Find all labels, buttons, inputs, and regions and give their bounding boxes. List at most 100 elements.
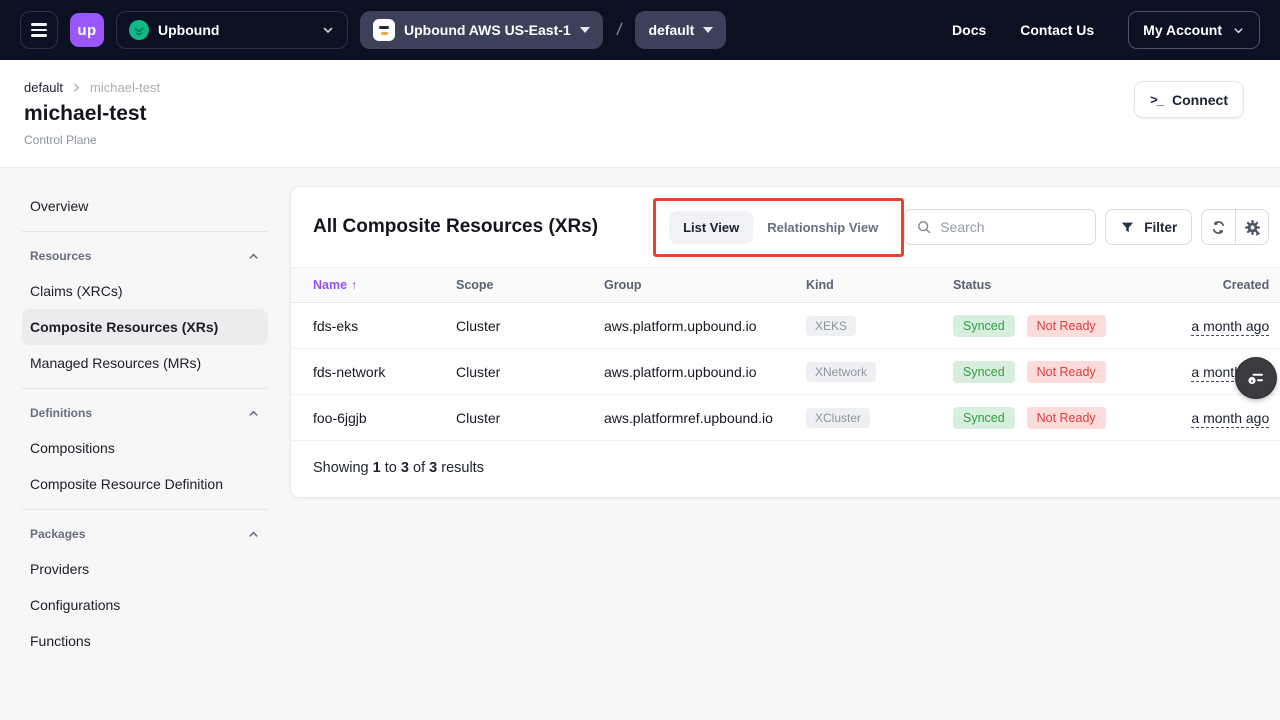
table-row[interactable]: fds-eks Cluster aws.platform.upbound.io … <box>291 303 1280 349</box>
column-header-status: Status <box>953 278 1159 292</box>
filter-label: Filter <box>1144 220 1177 235</box>
cell-status: Synced Not Ready <box>953 315 1159 337</box>
section-title: Definitions <box>30 406 92 420</box>
summary-text: of <box>413 460 425 476</box>
path-separator: / <box>613 20 625 40</box>
status-badge-synced: Synced <box>953 407 1015 429</box>
table-row[interactable]: fds-network Cluster aws.platform.upbound… <box>291 349 1280 395</box>
page-header: default michael-test michael-test Contro… <box>0 60 1280 168</box>
auto-refresh-settings-button[interactable] <box>1235 210 1268 244</box>
docs-link[interactable]: Docs <box>952 22 986 38</box>
sidebar-item-xrd[interactable]: Composite Resource Definition <box>22 466 268 502</box>
page-subtitle: Control Plane <box>24 133 1244 147</box>
chevron-up-icon <box>247 407 260 420</box>
my-account-button[interactable]: My Account <box>1128 11 1260 49</box>
cell-scope: Cluster <box>456 410 604 426</box>
feedback-form-icon <box>1246 368 1266 388</box>
breadcrumb-parent[interactable]: default <box>24 80 63 95</box>
sidebar-item-composite-resources[interactable]: Composite Resources (XRs) <box>22 309 268 345</box>
breadcrumb: default michael-test <box>24 80 1244 95</box>
status-badge-synced: Synced <box>953 361 1015 383</box>
cell-name[interactable]: fds-eks <box>313 318 456 334</box>
table-row[interactable]: foo-6jgjb Cluster aws.platformref.upboun… <box>291 395 1280 441</box>
status-badge-not-ready: Not Ready <box>1027 407 1106 429</box>
annotation-highlight-box: List View Relationship View <box>653 198 904 257</box>
refresh-icon <box>1210 219 1227 236</box>
sidebar-item-compositions[interactable]: Compositions <box>22 430 268 466</box>
cell-group: aws.platform.upbound.io <box>604 318 806 334</box>
results-summary: Showing 1 to 3 of 3 results <box>291 441 1280 497</box>
column-header-kind: Kind <box>806 278 953 292</box>
sidebar-item-functions[interactable]: Functions <box>22 623 268 659</box>
refresh-button[interactable] <box>1202 210 1235 244</box>
refresh-controls <box>1201 209 1269 245</box>
org-avatar-icon <box>129 20 149 40</box>
sidebar-item-configurations[interactable]: Configurations <box>22 587 268 623</box>
cell-kind: XNetwork <box>806 362 953 382</box>
sidebar-item-claims[interactable]: Claims (XRCs) <box>22 273 268 309</box>
feedback-widget-button[interactable] <box>1236 358 1276 398</box>
page-title: michael-test <box>24 102 1244 126</box>
caret-down-icon <box>703 27 713 33</box>
sidebar-section-packages[interactable]: Packages <box>22 517 268 551</box>
created-tooltip-link[interactable]: a month ago <box>1191 318 1269 336</box>
kind-badge: XNetwork <box>806 362 876 382</box>
cell-group: aws.platform.upbound.io <box>604 364 806 380</box>
upbound-logo[interactable]: up <box>70 13 104 47</box>
cell-name[interactable]: foo-6jgjb <box>313 410 456 426</box>
sidebar-item-overview[interactable]: Overview <box>22 188 268 224</box>
connect-button[interactable]: >_ Connect <box>1134 81 1244 118</box>
column-header-name[interactable]: Name ↑ <box>313 278 456 292</box>
terminal-icon: >_ <box>1150 92 1163 107</box>
tab-list-view[interactable]: List View <box>669 211 753 244</box>
cell-kind: XEKS <box>806 316 953 336</box>
caret-down-icon <box>580 27 590 33</box>
sidebar-section-definitions[interactable]: Definitions <box>22 396 268 430</box>
kind-badge: XEKS <box>806 316 856 336</box>
divider <box>22 388 268 389</box>
org-selector-dropdown[interactable]: Upbound <box>116 11 348 49</box>
search-icon <box>916 219 932 235</box>
section-title: Resources <box>30 249 91 263</box>
summary-text: Showing <box>313 460 369 476</box>
control-plane-selector-label: Upbound AWS US-East-1 <box>404 22 571 38</box>
control-plane-icon <box>373 19 395 41</box>
org-selector-label: Upbound <box>158 22 219 38</box>
top-navbar: up Upbound Upbound AWS US-East-1 / defau… <box>0 0 1280 60</box>
column-header-scope: Scope <box>456 278 604 292</box>
filter-button[interactable]: Filter <box>1105 209 1192 245</box>
search-box[interactable] <box>904 209 1096 245</box>
menu-icon[interactable] <box>20 11 58 49</box>
contact-us-link[interactable]: Contact Us <box>1020 22 1094 38</box>
column-label: Name <box>313 278 347 292</box>
sidebar-section-resources[interactable]: Resources <box>22 239 268 273</box>
chevron-up-icon <box>247 250 260 263</box>
breadcrumb-chevron-icon <box>71 82 82 93</box>
summary-to: 3 <box>401 460 409 476</box>
summary-text: to <box>385 460 397 476</box>
cell-status: Synced Not Ready <box>953 407 1159 429</box>
summary-total: 3 <box>429 460 437 476</box>
cell-created: a month ago <box>1159 410 1269 426</box>
created-tooltip-link[interactable]: a month ago <box>1191 410 1269 428</box>
column-header-group: Group <box>604 278 806 292</box>
control-plane-selector-dropdown[interactable]: Upbound AWS US-East-1 <box>360 11 603 49</box>
cell-kind: XCluster <box>806 408 953 428</box>
tab-relationship-view[interactable]: Relationship View <box>757 211 888 244</box>
kind-badge: XCluster <box>806 408 870 428</box>
search-input[interactable] <box>940 219 1084 235</box>
breadcrumb-current: michael-test <box>90 80 160 95</box>
resources-card: All Composite Resources (XRs) List View … <box>290 186 1280 498</box>
sidebar-item-managed-resources[interactable]: Managed Resources (MRs) <box>22 345 268 381</box>
my-account-label: My Account <box>1143 22 1222 38</box>
group-selector-dropdown[interactable]: default <box>635 11 726 49</box>
sidebar-item-providers[interactable]: Providers <box>22 551 268 587</box>
summary-from: 1 <box>373 460 381 476</box>
table-header-row: Name ↑ Scope Group Kind Status Created <box>291 267 1280 303</box>
group-selector-label: default <box>648 22 694 38</box>
sidebar: Overview Resources Claims (XRCs) Composi… <box>0 168 290 659</box>
summary-text: results <box>441 460 484 476</box>
cell-name[interactable]: fds-network <box>313 364 456 380</box>
status-badge-not-ready: Not Ready <box>1027 315 1106 337</box>
status-badge-synced: Synced <box>953 315 1015 337</box>
